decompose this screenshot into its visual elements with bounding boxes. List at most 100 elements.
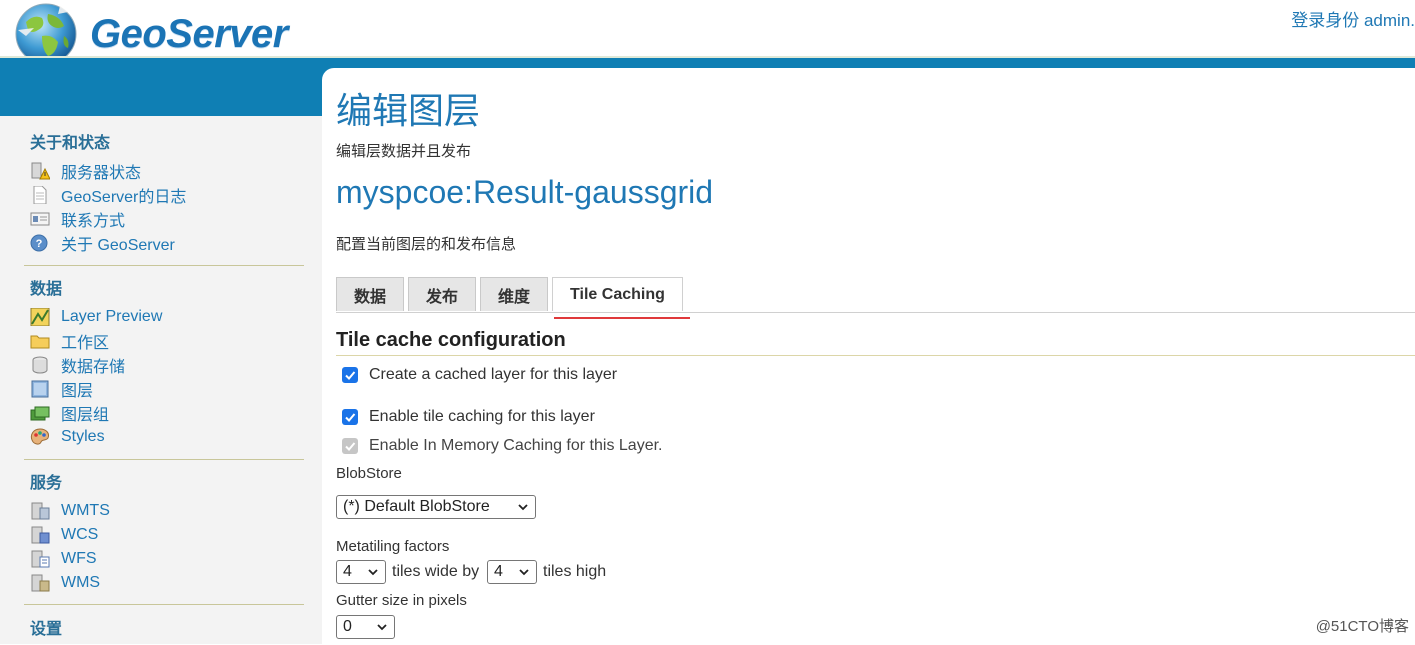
gutter-value: 0 xyxy=(343,618,352,635)
enable-tile-caching-row: Enable tile caching for this layer xyxy=(342,408,595,426)
sidebar-item-layers[interactable]: 图层 xyxy=(30,377,304,401)
tab-bar: 数据 发布 维度 Tile Caching xyxy=(336,277,687,312)
create-cached-layer-label: Create a cached layer for this layer xyxy=(369,366,618,383)
checkmark-icon xyxy=(345,442,356,451)
chevron-down-icon xyxy=(368,569,378,576)
database-icon xyxy=(30,356,50,374)
create-cached-layer-checkbox[interactable] xyxy=(342,367,358,383)
layer-preview-icon xyxy=(30,307,50,327)
layer-subtitle: 配置当前图层的和发布信息 xyxy=(336,236,517,253)
layer-group-icon xyxy=(30,404,50,422)
metatiling-high-select[interactable]: 4 xyxy=(487,560,537,584)
layer-icon xyxy=(30,380,50,398)
sidebar-item-wfs[interactable]: WFS xyxy=(30,547,304,571)
tab-bar-baseline xyxy=(336,312,1415,313)
section-divider xyxy=(336,355,1415,356)
sidebar-item-label[interactable]: WMS xyxy=(61,574,100,592)
tab-tile-caching[interactable]: Tile Caching xyxy=(552,277,683,311)
sidebar-item-server-status[interactable]: 服务器状态 xyxy=(30,159,304,183)
sidebar-item-layer-preview[interactable]: Layer Preview xyxy=(30,305,304,329)
sidebar-item-label[interactable]: WCS xyxy=(61,526,98,544)
sidebar-item-label[interactable]: Styles xyxy=(61,428,105,446)
sidebar-section-title: 数据 xyxy=(30,281,63,298)
sidebar-item-wms[interactable]: WMS xyxy=(30,571,304,595)
sidebar-section-settings: 设置 xyxy=(24,615,304,645)
sidebar-item-label[interactable]: 图层 xyxy=(61,377,93,401)
sidebar-section-title: 设置 xyxy=(30,621,63,638)
tiles-high-text: tiles high xyxy=(543,563,607,580)
sidebar-item-label[interactable]: 服务器状态 xyxy=(61,159,141,183)
wmts-service-icon xyxy=(30,502,50,520)
tab-data[interactable]: 数据 xyxy=(336,277,405,311)
sidebar-item-label[interactable]: 工作区 xyxy=(61,329,109,353)
sidebar-section-services: 服务 WMTS WCS WFS WMS xyxy=(24,469,304,595)
sidebar-item-styles[interactable]: Styles xyxy=(30,425,304,449)
metatiling-label: Metatiling factors xyxy=(336,538,450,555)
create-cached-layer-row: Create a cached layer for this layer xyxy=(342,366,617,384)
sidebar-divider xyxy=(24,604,304,605)
wcs-service-icon xyxy=(30,526,50,544)
sidebar-item-label[interactable]: WFS xyxy=(61,550,97,568)
contact-card-icon xyxy=(30,210,50,228)
metatiling-wide-select[interactable]: 4 xyxy=(336,560,386,584)
watermark: @51CTO博客 xyxy=(1315,618,1409,635)
logo-text: GeoServer xyxy=(90,11,288,56)
gutter-select[interactable]: 0 xyxy=(336,615,395,639)
sidebar-item-label[interactable]: 联系方式 xyxy=(61,207,125,231)
wfs-service-icon xyxy=(30,550,50,568)
section-title: Tile cache configuration xyxy=(336,329,566,351)
sidebar: 关于和状态 服务器状态 GeoServer的日志 联系方式 ? 关于 GeoSe… xyxy=(0,116,322,644)
blobstore-selected-value: (*) Default BlobStore xyxy=(343,498,490,515)
sidebar-item-wmts[interactable]: WMTS xyxy=(30,499,304,523)
metatiling-wide-value: 4 xyxy=(343,563,352,580)
sidebar-item-layer-groups[interactable]: 图层组 xyxy=(30,401,304,425)
main-content: 编辑图层 编辑层数据并且发布 myspcoe:Result-gaussgrid … xyxy=(322,68,1415,644)
sidebar-section-data: 数据 Layer Preview 工作区 数据存储 图层 图层组 Styles xyxy=(24,275,304,449)
tiles-wide-text: tiles wide by xyxy=(392,563,480,580)
sidebar-item-about-geoserver[interactable]: ? 关于 GeoServer xyxy=(30,231,304,255)
enable-tile-caching-checkbox[interactable] xyxy=(342,409,358,425)
page-subtitle: 编辑层数据并且发布 xyxy=(336,143,472,160)
sidebar-item-label[interactable]: 关于 GeoServer xyxy=(61,231,175,255)
in-memory-caching-label: Enable In Memory Caching for this Layer. xyxy=(369,437,663,454)
sidebar-divider xyxy=(24,459,304,460)
sidebar-section-about: 关于和状态 服务器状态 GeoServer的日志 联系方式 ? 关于 GeoSe… xyxy=(24,129,304,255)
sidebar-item-workspaces[interactable]: 工作区 xyxy=(30,329,304,353)
blobstore-select[interactable]: (*) Default BlobStore xyxy=(336,495,536,519)
header: GeoServer 登录身份 admin. xyxy=(0,0,1415,65)
svg-text:?: ? xyxy=(36,238,43,250)
tab-dimensions[interactable]: 维度 xyxy=(480,277,549,311)
sidebar-item-geoserver-log[interactable]: GeoServer的日志 xyxy=(30,183,304,207)
checkmark-icon xyxy=(345,413,356,422)
sidebar-section-title: 关于和状态 xyxy=(30,135,111,152)
chevron-down-icon xyxy=(518,504,528,511)
gutter-label: Gutter size in pixels xyxy=(336,592,467,609)
blobstore-label: BlobStore xyxy=(336,465,402,482)
folder-icon xyxy=(30,332,50,350)
tab-publishing[interactable]: 发布 xyxy=(408,277,477,311)
sidebar-item-label[interactable]: 数据存储 xyxy=(61,353,125,377)
page-title: 编辑图层 xyxy=(336,90,481,131)
sidebar-item-label[interactable]: GeoServer的日志 xyxy=(61,183,186,207)
sidebar-item-contact[interactable]: 联系方式 xyxy=(30,207,304,231)
login-status[interactable]: 登录身份 admin. xyxy=(1291,6,1415,31)
sidebar-item-stores[interactable]: 数据存储 xyxy=(30,353,304,377)
sidebar-item-label[interactable]: Layer Preview xyxy=(61,308,162,326)
active-tab-highlight xyxy=(554,317,690,319)
layer-name-heading: myspcoe:Result-gaussgrid xyxy=(336,174,714,210)
in-memory-caching-checkbox xyxy=(342,438,358,454)
enable-tile-caching-label: Enable tile caching for this layer xyxy=(369,408,595,425)
sidebar-divider xyxy=(24,265,304,266)
sidebar-item-wcs[interactable]: WCS xyxy=(30,523,304,547)
sidebar-item-label[interactable]: 图层组 xyxy=(61,401,109,425)
sidebar-section-title: 服务 xyxy=(30,475,63,492)
log-document-icon xyxy=(30,185,50,205)
server-status-icon xyxy=(30,162,51,180)
checkmark-icon xyxy=(345,371,356,380)
metatiling-high-value: 4 xyxy=(494,563,503,580)
chevron-down-icon xyxy=(377,624,387,631)
sidebar-item-label[interactable]: WMTS xyxy=(61,502,110,520)
palette-icon xyxy=(30,428,50,446)
chevron-down-icon xyxy=(519,569,529,576)
about-info-icon: ? xyxy=(30,234,50,252)
